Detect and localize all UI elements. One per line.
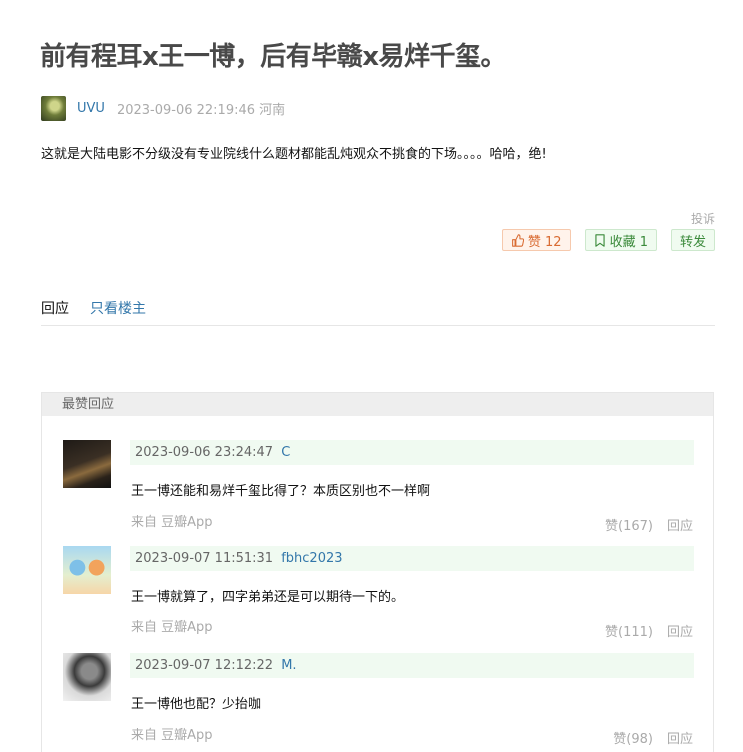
share-button[interactable]: 转发 (670, 229, 715, 251)
comment-time: 2023-09-07 11:51:31 (135, 551, 274, 566)
best-replies-header: 最赞回应 (42, 393, 713, 416)
comment-reply-link[interactable]: 回应 (667, 515, 693, 534)
divider (41, 325, 715, 326)
collect-label: 收藏 1 (609, 234, 648, 250)
comment-like-link[interactable]: 赞(98) (613, 728, 653, 747)
comment-meta: 2023-09-06 23:24:47 C (130, 440, 694, 465)
comment-user-link[interactable]: M. (281, 658, 296, 673)
author-name-link[interactable]: UVU (77, 101, 105, 116)
reply-tabs: 回应 只看楼主 (41, 298, 146, 318)
share-label: 转发 (679, 234, 706, 250)
comment-actions: 赞(167) 回应 (605, 515, 693, 534)
comment-text: 王一博就算了，四字弟弟还是可以期待一下的。 (131, 590, 405, 605)
comment-reply-link[interactable]: 回应 (667, 621, 693, 640)
comment-reply-link[interactable]: 回应 (667, 728, 693, 747)
like-button[interactable]: 赞 12 (501, 229, 571, 251)
bookmark-icon (594, 233, 606, 247)
comment-user-link[interactable]: C (281, 445, 290, 460)
comment-actions: 赞(111) 回应 (605, 621, 693, 640)
post-title: 前有程耳x王一博，后有毕赣x易烊千玺。 (40, 42, 507, 72)
like-label: 赞 12 (527, 234, 562, 250)
comment-time: 2023-09-07 12:12:22 (135, 658, 274, 673)
comment-like-link[interactable]: 赞(167) (605, 515, 653, 534)
comment-user-link[interactable]: fbhc2023 (281, 551, 342, 566)
avatar[interactable] (63, 653, 111, 701)
best-replies-section: 最赞回应 2023-09-06 23:24:47 C 王一博还能和易烊千玺比得了… (41, 392, 714, 752)
comment-meta: 2023-09-07 12:12:22 M. (130, 653, 694, 678)
comment-source: 来自 豆瓣App (131, 620, 213, 635)
comment-actions: 赞(98) 回应 (613, 728, 693, 747)
comment-text: 王一博他也配？少抬咖 (131, 697, 262, 712)
author-avatar[interactable] (41, 95, 66, 121)
avatar[interactable] (63, 440, 111, 488)
post-actions: 赞 12 收藏 1 转发 (501, 229, 715, 251)
thumbs-up-icon (511, 233, 524, 247)
comment-time: 2023-09-06 23:24:47 (135, 445, 274, 460)
comment-like-link[interactable]: 赞(111) (605, 621, 653, 640)
post-body: 这就是大陆电影不分级没有专业院线什么题材都能乱炖观众不挑食的下场。。。。哈哈，绝… (41, 147, 547, 162)
comment-meta: 2023-09-07 11:51:31 fbhc2023 (130, 546, 694, 571)
comment-text: 王一博还能和易烊千玺比得了？本质区别也不一样啊 (131, 484, 431, 499)
comment-source: 来自 豆瓣App (131, 728, 213, 743)
tab-replies[interactable]: 回应 (41, 298, 69, 318)
report-link[interactable]: 投诉 (691, 210, 715, 227)
post-timestamp-location: 2023-09-06 22:19:46 河南 (116, 102, 286, 118)
tab-op-only[interactable]: 只看楼主 (90, 298, 146, 318)
avatar[interactable] (63, 546, 111, 594)
comment-source: 来自 豆瓣App (131, 515, 213, 530)
author-row: UVU 2023-09-06 22:19:46 河南 (41, 95, 285, 121)
collect-button[interactable]: 收藏 1 (584, 229, 657, 251)
